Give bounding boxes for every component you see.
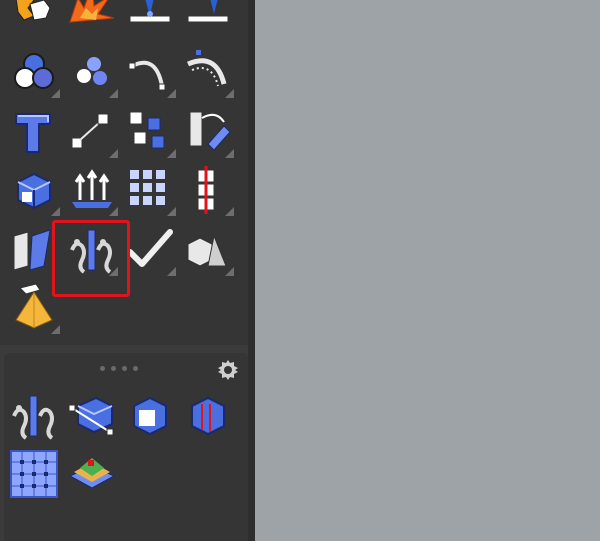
drag-handle-icon[interactable]	[100, 366, 138, 371]
section-box-icon[interactable]	[64, 388, 120, 444]
panel-divider[interactable]	[248, 0, 255, 541]
section-plane-icon[interactable]	[6, 388, 62, 444]
terrain-layers-icon[interactable]	[64, 446, 120, 502]
colored-spheres-icon[interactable]	[6, 44, 62, 100]
scale-icon[interactable]	[64, 104, 120, 160]
sliced-cube-icon[interactable]	[180, 388, 236, 444]
flyout-indicator-icon	[109, 149, 118, 158]
line-tool-icon[interactable]	[122, 0, 178, 34]
gear-icon[interactable]	[216, 358, 240, 382]
underline-tool-icon[interactable]	[180, 0, 236, 34]
highlight-box	[52, 220, 130, 297]
extrude-arrows-icon[interactable]	[64, 162, 120, 218]
checkmark-icon[interactable]	[122, 222, 178, 278]
offset-arc-icon[interactable]	[180, 44, 236, 100]
flyout-indicator-icon	[225, 267, 234, 276]
section-stack-icon[interactable]	[180, 162, 236, 218]
arc-icon[interactable]	[122, 44, 178, 100]
paint-bucket-icon[interactable]	[180, 104, 236, 160]
flyout-indicator-icon	[109, 89, 118, 98]
solid-shapes-icon[interactable]	[180, 222, 236, 278]
grid-array-icon[interactable]	[122, 162, 178, 218]
solid-box-icon[interactable]	[6, 162, 62, 218]
flyout-indicator-icon	[167, 149, 176, 158]
hollow-cube-icon[interactable]	[122, 388, 178, 444]
flyout-indicator-icon	[225, 207, 234, 216]
flyout-indicator-icon	[51, 325, 60, 334]
flyout-indicator-icon	[167, 207, 176, 216]
grid-select-icon[interactable]	[6, 446, 62, 502]
flyout-indicator-icon	[51, 207, 60, 216]
components-icon[interactable]	[122, 104, 178, 160]
3d-text-icon[interactable]	[6, 104, 62, 160]
puzzle-pieces-icon[interactable]	[6, 0, 62, 34]
flyout-indicator-icon	[225, 89, 234, 98]
flyout-indicator-icon	[167, 267, 176, 276]
explode-icon[interactable]	[64, 0, 120, 34]
flyout-indicator-icon	[51, 89, 60, 98]
flyout-indicator-icon	[167, 89, 176, 98]
toolbar-upper	[0, 0, 248, 345]
flyout-indicator-icon	[225, 149, 234, 158]
spheres-group-icon[interactable]	[64, 44, 120, 100]
tool-palette-panel	[0, 0, 255, 541]
flyout-indicator-icon	[109, 207, 118, 216]
